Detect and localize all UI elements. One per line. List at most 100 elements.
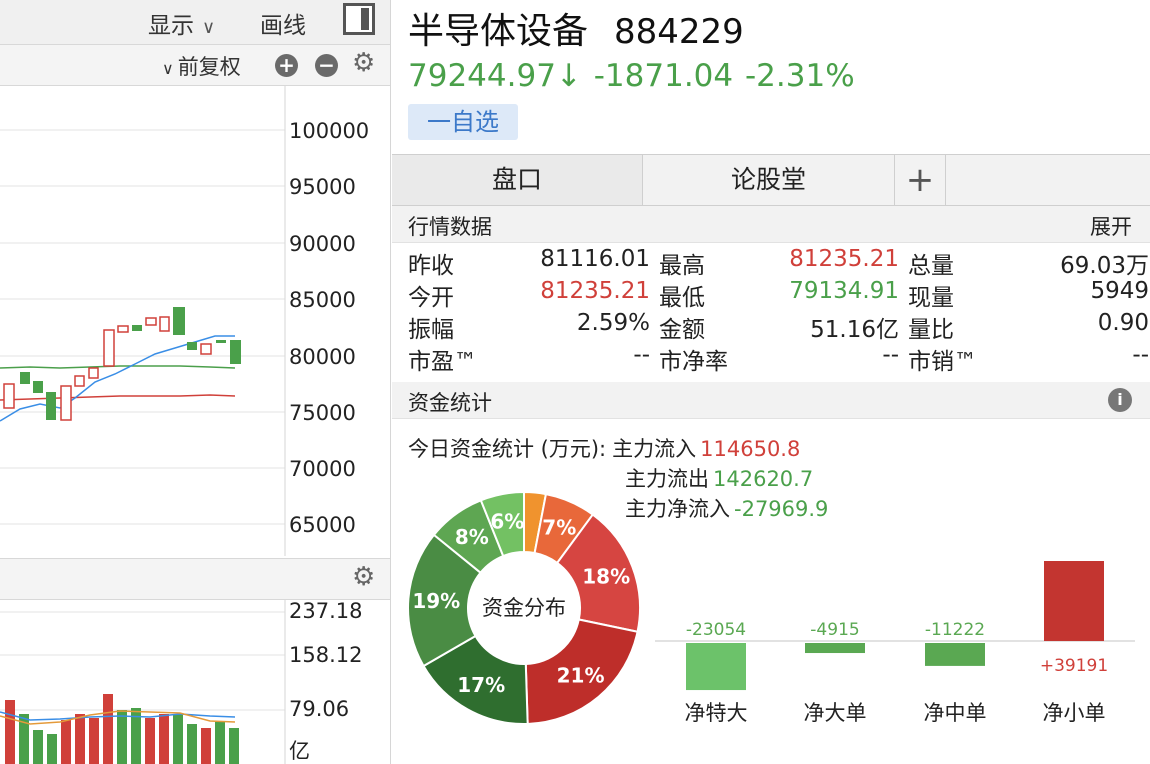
candle — [46, 392, 56, 420]
info-icon[interactable]: i — [1108, 388, 1132, 412]
net-flow-category-label: 净特大 — [685, 701, 748, 725]
remove-watchlist-button[interactable]: 一自选 — [408, 104, 518, 140]
donut-slice-label: 7% — [542, 515, 576, 539]
candle — [216, 340, 226, 343]
tab-orderbook[interactable]: 盘口 — [392, 155, 643, 205]
adjust-select[interactable]: ∨ 前复权 — [162, 51, 241, 81]
quote-label: 最高 — [659, 253, 705, 279]
zoom-out-icon[interactable]: − — [315, 54, 338, 77]
display-menu[interactable]: 显示 ∨ — [148, 6, 215, 40]
fund-distribution-donut: 资金分布 7% 18% 21% 17% 19% 8%6% — [407, 490, 641, 725]
stock-name: 半导体设备 — [408, 11, 589, 52]
volume-chart: 237.18 158.12 79.06 亿 — [0, 600, 362, 764]
last-price: 79244.97↓ — [408, 58, 582, 94]
quote-label: 总量 — [908, 253, 954, 279]
settings-gear-icon[interactable]: ⚙ — [352, 562, 375, 592]
fund-net-line: 主力净流入 -27969.9 — [625, 493, 828, 523]
net-flow-bar — [686, 643, 746, 691]
stock-title: 半导体设备 884229 — [408, 2, 744, 54]
ma-line-blue — [0, 335, 235, 422]
fund-today-line: 今日资金统计 (万元): 主力流入 114650.8 — [408, 433, 800, 463]
candle — [88, 367, 99, 379]
candle — [159, 316, 170, 332]
fund-section-header: 资金统计 i — [392, 382, 1150, 419]
donut-slice-label: 19% — [412, 589, 460, 613]
price-change: -1871.04 — [593, 58, 734, 94]
quote-value: 69.03万 — [1060, 253, 1149, 279]
inflow-value: 114650.8 — [700, 437, 801, 461]
candle — [145, 317, 157, 326]
fund-section-title: 资金统计 — [408, 391, 492, 415]
quote-value: -- — [882, 342, 899, 368]
quote-label: 振幅 — [408, 317, 454, 343]
volume-bars — [5, 694, 239, 764]
net-flow-value-label: +39191 — [1040, 656, 1108, 676]
fund-today-label: 今日资金统计 (万元): — [408, 437, 607, 461]
candle — [173, 307, 185, 335]
candles — [3, 307, 241, 421]
price-grid — [0, 86, 286, 556]
quote-value: -- — [1132, 342, 1149, 368]
quote-label: 市净率 — [659, 349, 728, 375]
quote-section-title: 行情数据 — [408, 215, 492, 239]
volume-tick-label: 237.18 — [289, 600, 362, 623]
volume-tick-label: 79.06 — [289, 697, 349, 721]
quote-value: 51.16亿 — [810, 317, 899, 343]
quote-label: 今开 — [408, 285, 454, 311]
fund-outflow-line: 主力流出 142620.7 — [625, 463, 813, 493]
donut-center-label: 资金分布 — [482, 596, 566, 620]
volume-tick-label: 158.12 — [289, 643, 362, 667]
draw-line-button[interactable]: 画线 — [260, 6, 306, 40]
quote-value: 2.59% — [576, 310, 650, 336]
volume-subbar: ⚙ — [0, 558, 390, 600]
quote-value: -- — [633, 342, 650, 368]
quote-label: 现量 — [908, 285, 954, 311]
chevron-down-icon: ∨ — [162, 59, 174, 78]
candle — [187, 342, 197, 350]
price-kline-chart: 100000 95000 90000 85000 80000 75000 70000 6500… — [0, 86, 369, 556]
zoom-in-icon[interactable]: + — [275, 54, 298, 77]
price-tick-label: 65000 — [289, 513, 356, 537]
net-flow-bar — [925, 643, 985, 666]
donut-slice-label: 17% — [457, 673, 505, 697]
net-flow-category-label: 净中单 — [924, 701, 987, 725]
quote-grid: 昨收 81116.01 最高 81235.21 总量 69.03万 今开 81235.21 最低… — [392, 244, 1150, 375]
chevron-down-icon: ∨ — [202, 17, 216, 38]
net-flow-bar — [1044, 561, 1104, 641]
quote-label: 市盈™ — [408, 349, 477, 375]
quote-value: 0.90 — [1097, 310, 1149, 336]
quote-section-header: 行情数据 展开 — [392, 206, 1150, 243]
candle — [117, 325, 129, 333]
price-tick-label: 100000 — [289, 119, 369, 143]
candle — [74, 375, 85, 387]
inflow-label: 主力流入 — [612, 437, 697, 461]
settings-gear-icon[interactable]: ⚙ — [352, 48, 375, 78]
net-flow-value-label: -11222 — [925, 620, 985, 640]
net-flow-value-label: -23054 — [686, 620, 746, 640]
price-line: 79244.97↓ -1871.04 -2.31% — [408, 58, 855, 94]
quote-value: 81235.21 — [789, 246, 899, 272]
left-toolbar: 显示 ∨ 画线 — [0, 0, 390, 45]
candle — [230, 340, 241, 364]
candle — [132, 325, 142, 331]
price-change-pct: -2.31% — [745, 58, 855, 94]
quote-label: 昨收 — [408, 253, 454, 279]
candle — [103, 329, 115, 367]
quote-label: 量比 — [908, 317, 954, 343]
quote-value: 5949 — [1090, 278, 1149, 304]
net-flow-category-label: 净小单 — [1043, 701, 1106, 725]
net-flow-bar — [805, 643, 865, 654]
volume-tick-label: 亿 — [289, 739, 310, 763]
candle — [60, 385, 72, 421]
donut-slice-label: 6% — [490, 510, 524, 534]
tab-forum[interactable]: 论股堂 — [643, 155, 895, 205]
outflow-value: 142620.7 — [713, 467, 814, 491]
add-tab-icon[interactable]: + — [895, 155, 946, 205]
price-tick-label: 70000 — [289, 457, 356, 481]
candle — [20, 372, 30, 384]
expand-button[interactable]: 展开 — [1090, 211, 1132, 241]
quote-value: 81235.21 — [540, 278, 650, 304]
panel-toggle-icon[interactable] — [343, 3, 375, 35]
quote-label: 金额 — [659, 317, 705, 343]
left-subbar: ∨ 前复权 + − ⚙ — [0, 45, 390, 86]
